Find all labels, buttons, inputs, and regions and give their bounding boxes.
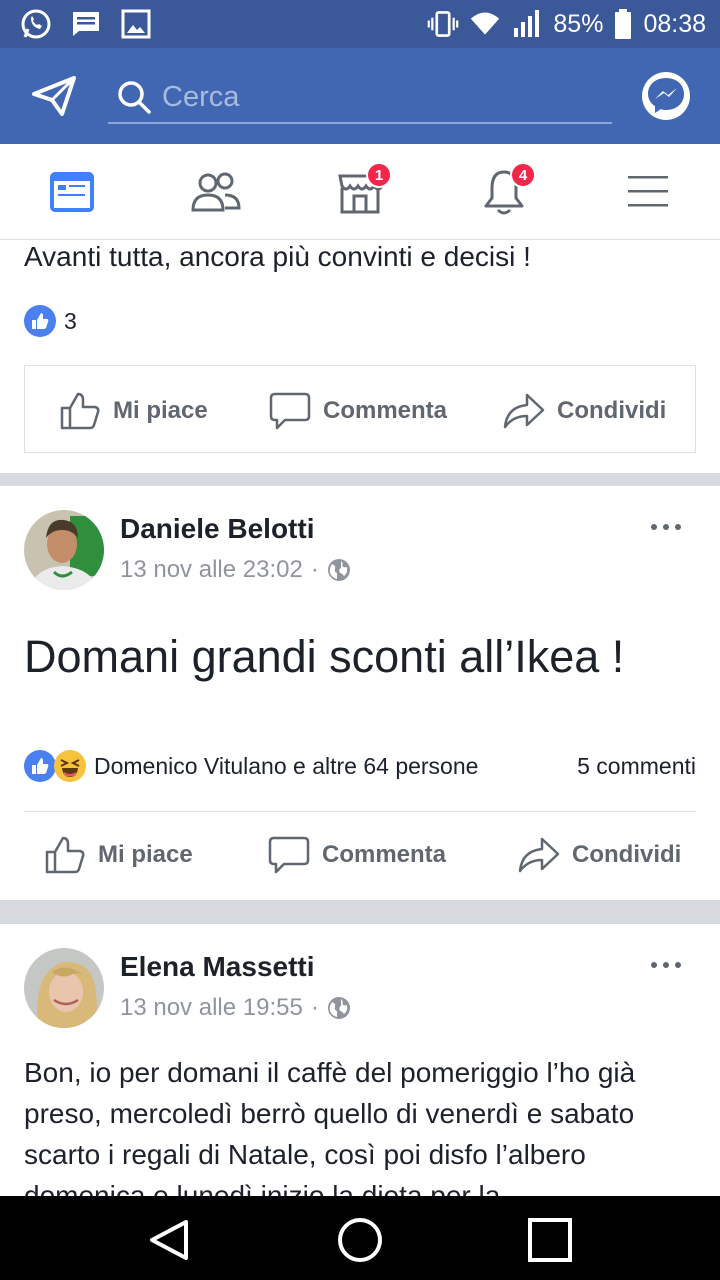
meta-dot: ·: [310, 994, 319, 1021]
notifications-badge: 4: [510, 162, 536, 188]
avatar[interactable]: [24, 948, 104, 1028]
reactions-summary[interactable]: Domenico Vitulano e altre 64 persone 5 c…: [24, 750, 696, 782]
tab-news-feed[interactable]: [42, 162, 102, 222]
share-label: Condividi: [572, 841, 682, 868]
author-name[interactable]: Daniele Belotti: [120, 513, 314, 545]
clock: 08:38: [643, 9, 706, 38]
thumbs-up-icon: [60, 392, 100, 430]
back-icon[interactable]: [146, 1216, 194, 1264]
tab-bar: 1 4: [0, 144, 720, 240]
author-name[interactable]: Elena Massetti: [120, 951, 315, 983]
post: Elena Massetti 13 nov alle 19:55 · Bon, …: [0, 924, 720, 1196]
post-separator: [0, 900, 720, 924]
search-bar[interactable]: [108, 72, 612, 124]
system-nav-bar: [0, 1196, 720, 1280]
share-button[interactable]: Condividi: [518, 835, 681, 875]
like-reaction-icon: [24, 750, 56, 782]
news-feed[interactable]: Avanti tutta, ancora più convinti e deci…: [0, 241, 720, 1196]
comment-icon: [269, 392, 311, 430]
battery-icon: [613, 8, 633, 40]
comment-label: Commenta: [323, 397, 448, 424]
marketplace-badge: 1: [366, 162, 392, 188]
comment-icon: [268, 836, 310, 874]
globe-icon: [327, 997, 350, 1019]
image-icon: [120, 8, 152, 40]
recents-icon[interactable]: [526, 1216, 574, 1264]
like-label: Mi piace: [98, 841, 193, 868]
divider: [24, 811, 696, 812]
like-reaction-icon: [24, 305, 56, 337]
friends-icon: [191, 172, 241, 212]
reactions-summary[interactable]: 3: [24, 305, 77, 337]
search-input[interactable]: [162, 80, 582, 114]
tab-notifications[interactable]: 4: [474, 162, 536, 222]
comments-count[interactable]: 5 commenti: [577, 753, 696, 780]
like-label: Mi piace: [113, 397, 208, 424]
signal-icon: [511, 8, 543, 40]
comment-button[interactable]: Commenta: [268, 835, 446, 875]
meta-dot: ·: [310, 556, 319, 583]
whatsapp-icon: [20, 8, 52, 40]
comment-label: Commenta: [322, 841, 447, 868]
share-icon: [518, 837, 560, 873]
comment-button[interactable]: Commenta: [269, 391, 447, 431]
news-feed-icon: [50, 172, 94, 212]
top-bar: [0, 48, 720, 144]
wifi-icon: [469, 8, 501, 40]
thumbs-up-icon: [45, 836, 85, 874]
post-time[interactable]: 13 nov alle 23:02: [120, 556, 303, 584]
home-icon[interactable]: [336, 1216, 384, 1264]
menu-icon: [628, 176, 668, 207]
post-text: Bon, io per domani il caffè del pomerigg…: [24, 1057, 636, 1196]
post-meta: 13 nov alle 19:55 ·: [120, 994, 351, 1022]
send-icon[interactable]: [32, 76, 76, 116]
globe-icon: [327, 559, 350, 581]
battery-percent: 85%: [553, 9, 604, 38]
like-button[interactable]: Mi piace: [44, 835, 193, 875]
share-label: Condividi: [557, 397, 667, 424]
more-options-icon[interactable]: [650, 520, 682, 534]
post-separator: [0, 473, 720, 486]
message-icon: [70, 8, 102, 40]
post-time[interactable]: 13 nov alle 19:55: [120, 994, 303, 1022]
post-text: Domani grandi sconti all’Ikea !: [24, 631, 625, 682]
post-meta: 13 nov alle 23:02 ·: [120, 556, 351, 584]
reactions-text: Domenico Vitulano e altre 64 persone: [94, 752, 479, 779]
vibrate-icon: [427, 8, 459, 40]
post-text: Avanti tutta, ancora più convinti e deci…: [24, 241, 531, 272]
status-bar: 85% 08:38: [0, 0, 720, 48]
messenger-icon[interactable]: [642, 72, 690, 120]
tab-friends[interactable]: [186, 162, 246, 222]
search-icon: [118, 81, 151, 114]
share-button[interactable]: Condividi: [503, 391, 666, 431]
like-button[interactable]: Mi piace: [59, 391, 208, 431]
avatar[interactable]: [24, 510, 104, 590]
post-actions: Mi piace Commenta Condividi: [24, 365, 696, 453]
haha-reaction-icon: [54, 750, 86, 782]
tab-marketplace[interactable]: 1: [330, 162, 392, 222]
share-icon: [503, 393, 545, 429]
more-options-icon[interactable]: [650, 958, 682, 972]
tab-menu[interactable]: [618, 162, 678, 222]
like-count: 3: [64, 307, 77, 334]
